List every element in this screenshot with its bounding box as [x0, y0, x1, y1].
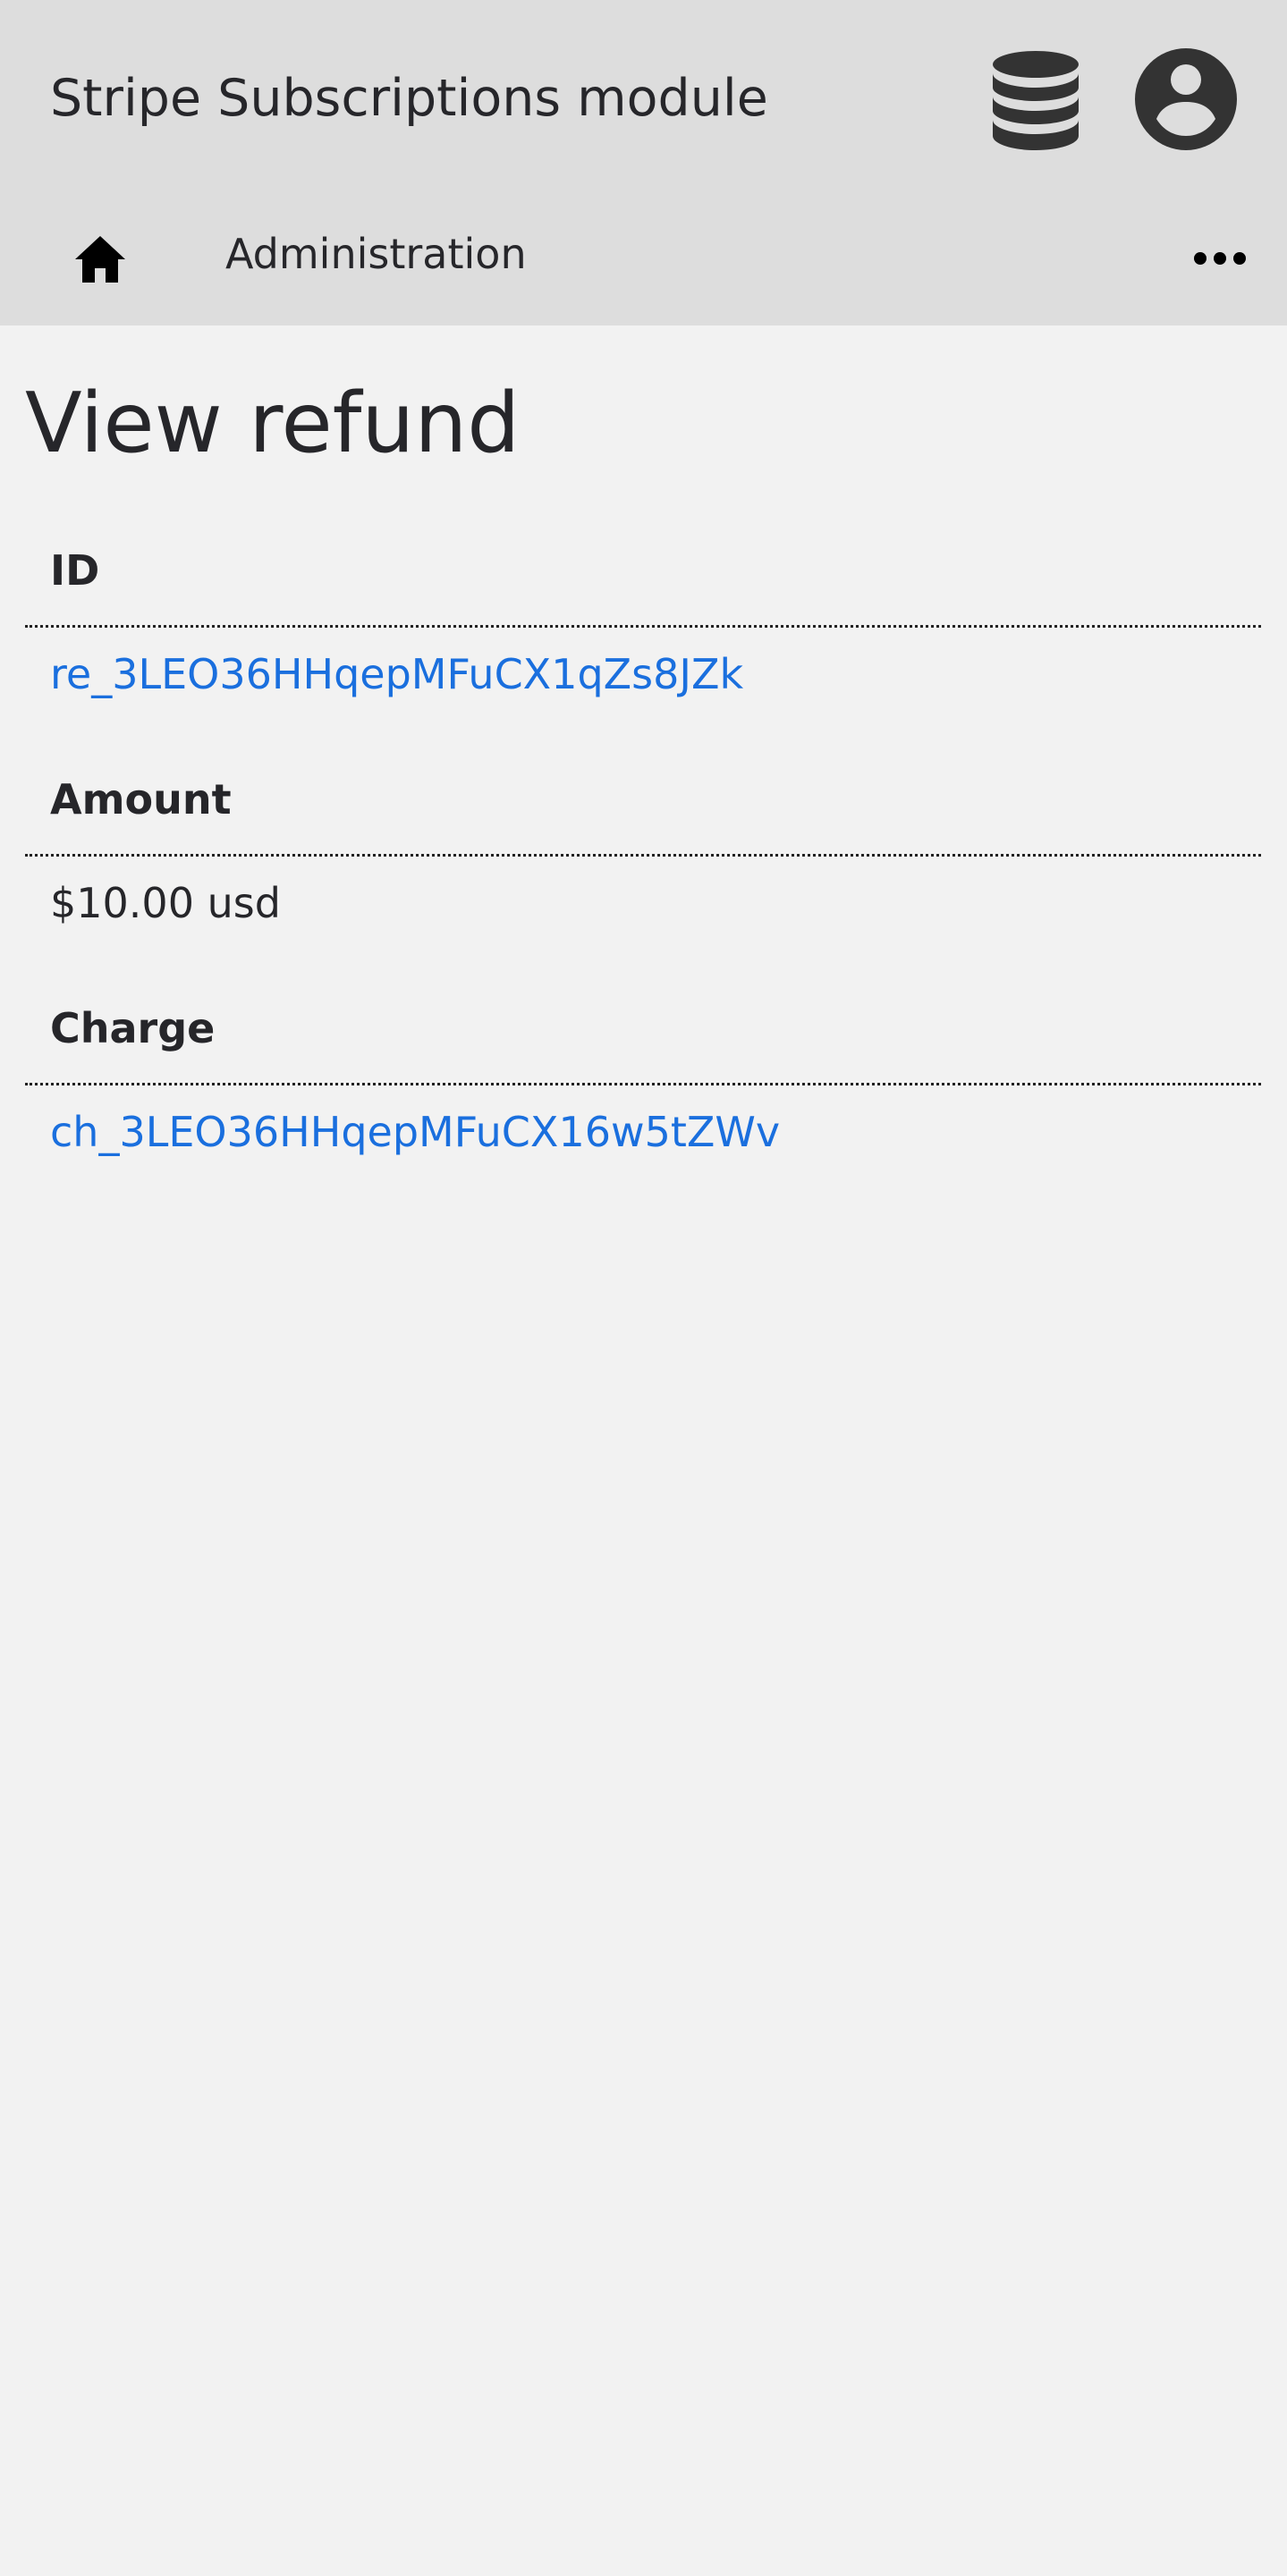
divider [25, 625, 1261, 628]
charge-id-link[interactable]: ch_3LEO36HHqepMFuCX16w5tZWv [50, 1105, 780, 1159]
home-icon[interactable] [73, 234, 127, 284]
database-icon[interactable] [991, 48, 1080, 152]
user-account-icon[interactable] [1135, 48, 1237, 150]
divider [25, 854, 1261, 857]
nav-administration-link[interactable]: Administration [225, 225, 527, 283]
page-title: View refund [25, 375, 521, 471]
more-horizontal-icon[interactable] [1193, 249, 1247, 268]
refund-id-link[interactable]: re_3LEO36HHqepMFuCX1qZs8JZk [50, 647, 743, 701]
field-label-amount: Amount [50, 775, 232, 823]
field-label-charge: Charge [50, 1004, 216, 1052]
field-label-id: ID [50, 546, 100, 595]
refund-amount-value: $10.00 usd [50, 879, 281, 927]
top-app-bar: Stripe Subscriptions module Administrati… [0, 0, 1287, 325]
app-title[interactable]: Stripe Subscriptions module [50, 63, 768, 134]
divider [25, 1083, 1261, 1085]
